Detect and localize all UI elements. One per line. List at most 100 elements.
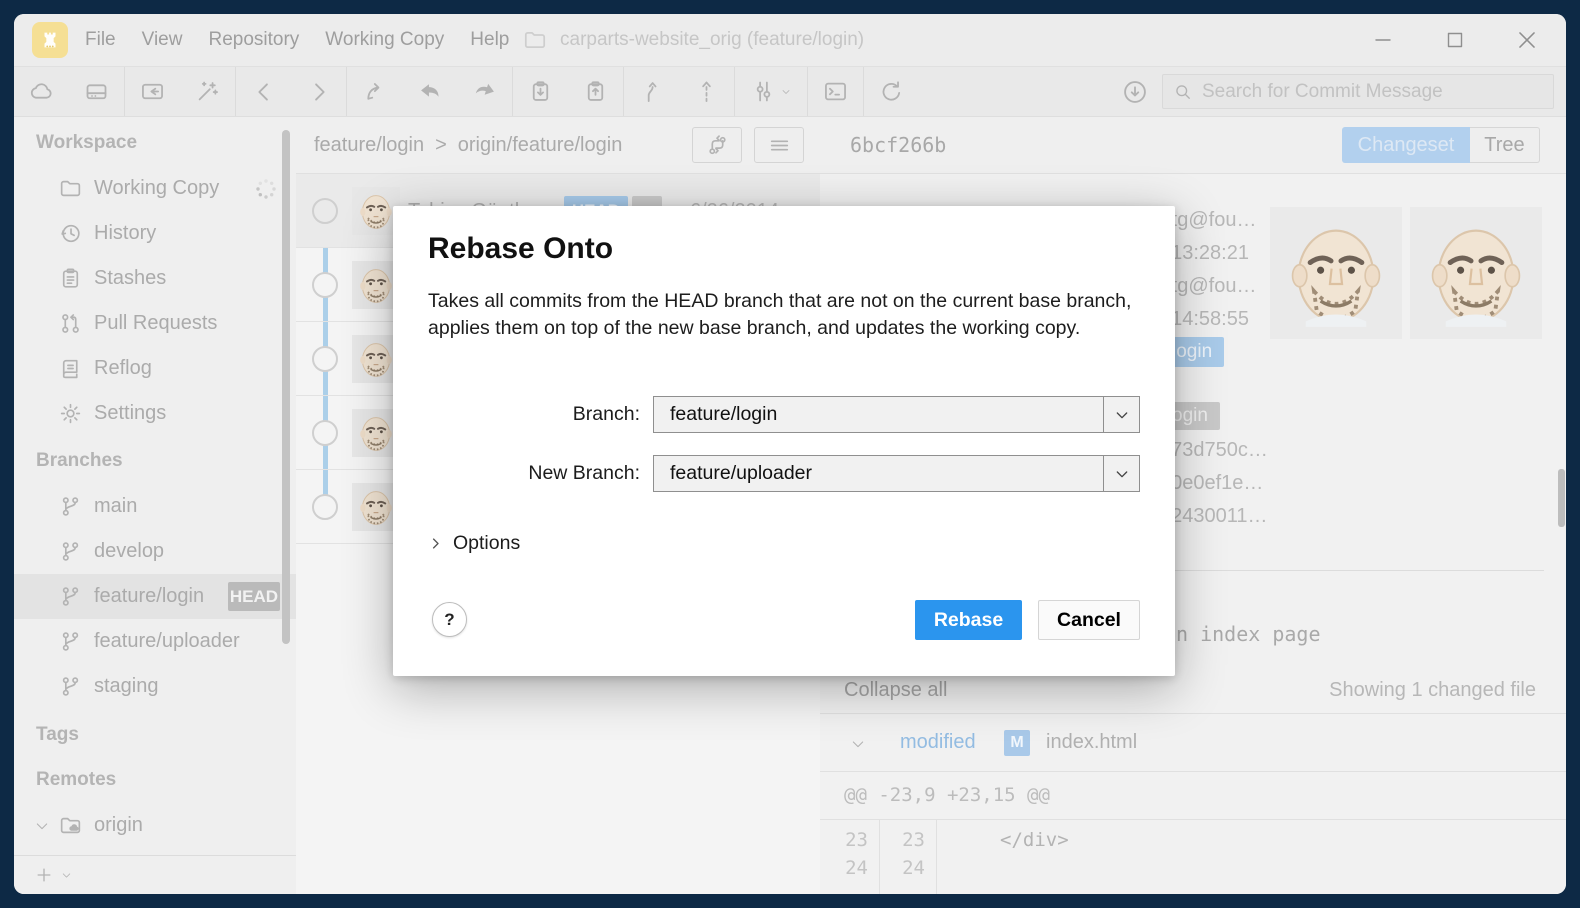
chevron-down-icon[interactable] (1103, 456, 1139, 491)
new-branch-label: New Branch: (393, 462, 640, 485)
new-branch-select-value: feature/uploader (654, 462, 1103, 485)
undo-button[interactable] (402, 67, 457, 116)
branch-icon (58, 674, 83, 699)
commit-graph-node (312, 494, 338, 520)
cancel-button[interactable]: Cancel (1038, 600, 1140, 640)
diff-hunk-header: @@ -23,9 +23,15 @@ (820, 772, 1566, 820)
changed-files-summary: Showing 1 changed file (1329, 668, 1536, 713)
detail-scrollbar[interactable] (1558, 469, 1565, 527)
changed-file-row[interactable]: modified M index.html (820, 714, 1566, 772)
tree-tab[interactable]: Tree (1470, 127, 1540, 163)
chevron-down-icon (60, 869, 73, 882)
quick-actions-button[interactable] (180, 67, 235, 116)
new-branch-select[interactable]: feature/uploader (653, 455, 1140, 492)
refresh-button[interactable] (864, 67, 919, 116)
old-line-number: 24 (820, 854, 868, 882)
options-disclosure[interactable]: Options (428, 532, 520, 555)
hamburger-icon (767, 133, 792, 158)
sidebar-item-reflog[interactable]: Reflog (14, 346, 296, 391)
commit-search-input[interactable]: Search for Commit Message (1162, 74, 1554, 109)
branch-label: Branch: (393, 403, 640, 426)
sidebar-item-working-copy[interactable]: Working Copy (14, 166, 296, 211)
terminal-button[interactable] (808, 67, 863, 116)
changeset-tab[interactable]: Changeset (1342, 127, 1470, 163)
menu-file[interactable]: File (72, 14, 129, 66)
stashes-clipboard-icon (58, 266, 83, 291)
sidebar-scrollbar[interactable] (282, 130, 290, 644)
branch-icon (58, 584, 83, 609)
menu-working-copy[interactable]: Working Copy (312, 14, 457, 66)
sidebar-add-button[interactable] (14, 855, 296, 894)
branch-select[interactable]: feature/login (653, 396, 1140, 433)
push-button[interactable] (679, 67, 734, 116)
plus-icon (34, 865, 54, 885)
sidebar-item-branch-staging[interactable]: staging (14, 664, 296, 709)
checkout-button[interactable] (347, 67, 402, 116)
fetch-button[interactable] (1107, 67, 1162, 116)
sidebar-item-branch-feature-login[interactable]: feature/login HEAD (14, 574, 296, 619)
sidebar-header-remotes: Remotes (36, 769, 116, 791)
search-placeholder: Search for Commit Message (1202, 81, 1443, 103)
sidebar-item-history[interactable]: History (14, 211, 296, 256)
rebase-button[interactable]: Rebase (915, 600, 1022, 640)
sidebar-item-branch-develop[interactable]: develop (14, 529, 296, 574)
sidebar-item-branch-main[interactable]: main (14, 484, 296, 529)
menu-view[interactable]: View (129, 14, 196, 66)
pull-button[interactable] (624, 67, 679, 116)
compare-branches-button[interactable] (692, 127, 742, 163)
stash-pop-button[interactable] (568, 67, 623, 116)
parent-hash[interactable]: 20e0ef1e… (1160, 472, 1263, 495)
help-button[interactable]: ? (432, 602, 467, 637)
commit-hash: 6bcf266b (850, 117, 946, 173)
back-button[interactable] (236, 67, 291, 116)
stash-button[interactable] (513, 67, 568, 116)
breadcrumb-upstream-branch[interactable]: origin/feature/login (458, 134, 623, 157)
menu-bar: File View Repository Working Copy Help (72, 14, 522, 66)
branch-actions-button[interactable] (735, 67, 807, 116)
sidebar-item-branch-feature-uploader[interactable]: feature/uploader (14, 619, 296, 664)
breadcrumb-current-branch[interactable]: feature/login (314, 134, 424, 157)
chevron-down-icon[interactable] (1103, 397, 1139, 432)
committer-avatar (1410, 207, 1542, 339)
sidebar-header-workspace: Workspace (36, 132, 137, 154)
branch-select-value: feature/login (654, 403, 1103, 426)
chevron-down-icon[interactable] (850, 736, 866, 752)
file-status-badge: M (1004, 730, 1030, 756)
parent-hash[interactable]: 92430011… (1160, 505, 1268, 528)
menu-repository[interactable]: Repository (195, 14, 312, 66)
parent-hash[interactable]: 073d750c… (1160, 439, 1268, 462)
commit-graph-node (312, 346, 338, 372)
folder-icon (58, 176, 83, 201)
minimize-button[interactable] (1360, 14, 1406, 66)
cloud-services-button[interactable] (14, 67, 69, 116)
tower-app-icon (32, 22, 68, 58)
gear-icon (58, 401, 83, 426)
sidebar-item-settings[interactable]: Settings (14, 391, 296, 436)
history-clock-icon (58, 221, 83, 246)
view-toggle: Changeset Tree (1342, 127, 1540, 163)
sidebar-item-stashes[interactable]: Stashes (14, 256, 296, 301)
search-icon (1173, 82, 1193, 102)
chevron-right-icon (428, 536, 443, 551)
sidebar-item-remote-origin[interactable]: origin (14, 803, 296, 848)
local-repos-button[interactable] (69, 67, 124, 116)
chevron-down-icon[interactable] (34, 818, 50, 834)
close-button[interactable] (1504, 14, 1550, 66)
old-line-number: 23 (820, 826, 868, 854)
sidebar-item-pull-requests[interactable]: Pull Requests (14, 301, 296, 346)
compare-icon (705, 133, 730, 158)
branch-icon (58, 494, 83, 519)
author-avatar (1270, 207, 1402, 339)
list-options-button[interactable] (754, 127, 804, 163)
file-status: modified (900, 714, 976, 771)
menu-help[interactable]: Help (457, 14, 522, 66)
folder-icon (522, 27, 548, 53)
forward-button[interactable] (291, 67, 346, 116)
maximize-button[interactable] (1432, 14, 1478, 66)
open-repo-button[interactable] (125, 67, 180, 116)
window-repo-title: carparts-website_orig (feature/login) (522, 14, 864, 66)
commit-graph-node (312, 272, 338, 298)
branch-breadcrumb[interactable]: feature/login > origin/feature/login (314, 117, 622, 173)
redo-button[interactable] (457, 67, 512, 116)
rebase-dialog: Rebase Onto Takes all commits from the H… (393, 206, 1175, 676)
